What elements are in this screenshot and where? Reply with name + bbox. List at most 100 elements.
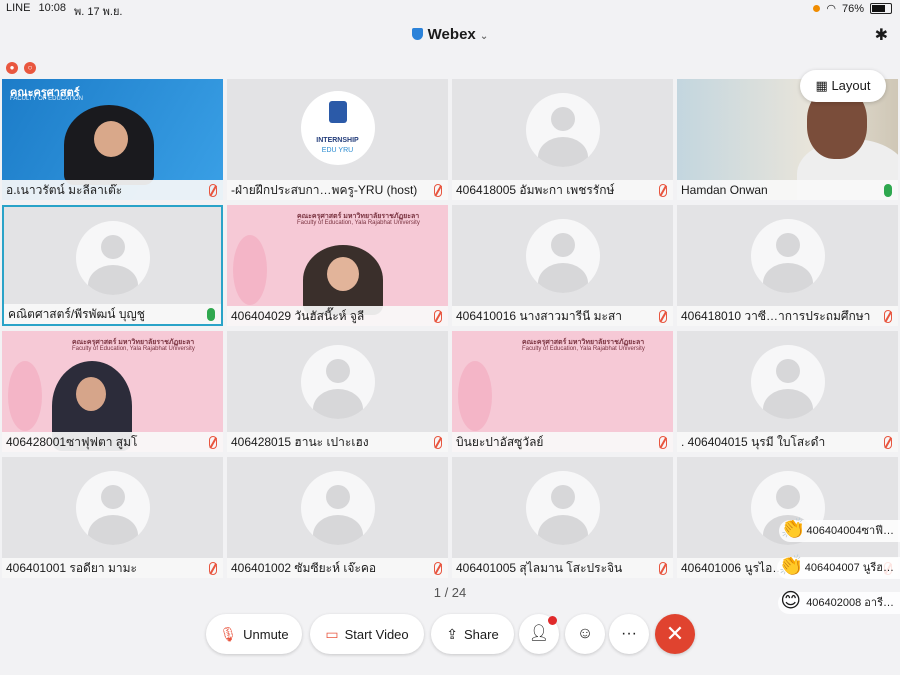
participant-name: . 406404015 นุรมี ใบโสะดำ — [677, 432, 898, 452]
participant-name: 406428001ซาฟุฟตา สูมโ — [2, 432, 223, 452]
battery-percentage: 76% — [841, 2, 864, 15]
video-off-icon: ▭ — [325, 626, 339, 642]
layout-button-label: Layout — [831, 78, 871, 93]
mic-muted-icon — [659, 184, 667, 197]
mic-muted-icon — [434, 562, 442, 575]
flower-decoration — [8, 361, 42, 431]
participant-tile[interactable]: คณะครุศาสตร์ FACULTY OF EDUCATION อ.เนาวรั… — [2, 79, 223, 200]
avatar-placeholder-icon — [75, 221, 150, 295]
video-banner-subtitle: FACULTY OF EDUCATION — [10, 96, 84, 102]
recording-indicator-icon — [813, 5, 821, 12]
participant-tile[interactable]: คณะครุศาสตร์ มหาวิทยาลัยราชภัฏยะลา Facult… — [2, 331, 223, 452]
participant-tile[interactable]: 406401002 ซัมซียะห์ เจ๊ะคอ — [227, 457, 448, 578]
mic-muted-icon — [209, 184, 217, 197]
participant-name: 406404029 วันฮัสนี๊ะห์ จูลี — [227, 306, 448, 326]
app-title-button[interactable]: Webex ⌄ — [0, 26, 900, 43]
mic-muted-icon — [209, 436, 217, 449]
reaction-item: 😊 406402008 อารี… — [778, 590, 900, 614]
participant-name: คณิตศาสตร์/พีรพัฒน์ บุญชู — [4, 304, 221, 324]
participant-name: 406428015 ฮานะ เปาะเฮง — [227, 432, 448, 452]
avatar-placeholder-icon — [525, 471, 600, 545]
participants-button[interactable]: 👤︎ — [519, 614, 559, 654]
participant-tile[interactable]: 406410016 นางสาวมารีนี มะสา — [452, 205, 673, 326]
app-title: Webex — [427, 26, 476, 43]
participant-face — [76, 377, 106, 411]
avatar-placeholder-icon — [525, 219, 600, 293]
mic-muted-icon — [659, 562, 667, 575]
participant-name: อ.เนาวรัตน์ มะลีลาเต๊ะ — [2, 180, 223, 200]
avatar-placeholder-icon — [300, 345, 375, 419]
reaction-author: 406404007 นูรีฮ… — [804, 562, 894, 574]
avatar-placeholder-icon — [75, 471, 150, 545]
participant-name: 406401002 ซัมซียะห์ เจ๊ะคอ — [227, 558, 448, 578]
shield-icon — [411, 28, 423, 40]
reaction-item: 👏 406404007 นูรีฮ… — [776, 555, 900, 579]
participant-tile[interactable]: คณะครุศาสตร์ มหาวิทยาลัยราชภัฏยะลา Facult… — [452, 331, 673, 452]
participant-tile[interactable]: 406401005 สุไลมาน โสะประจิน — [452, 457, 673, 578]
mic-muted-icon — [434, 436, 442, 449]
mic-muted-icon — [434, 310, 442, 323]
reactions-button[interactable]: ☺ — [565, 614, 605, 654]
page-indicator: 1 / 24 — [433, 585, 467, 600]
start-video-button[interactable]: ▭ Start Video — [310, 614, 424, 654]
participant-tile[interactable]: 406428015 ฮานะ เปาะเฮง — [227, 331, 448, 452]
participant-name: 406418005 อัมพะกา เพชรรักษ์ — [452, 180, 673, 200]
participant-tile[interactable]: คณะครุศาสตร์ มหาวิทยาลัยราชภัฏยะลา Facult… — [227, 205, 448, 326]
unmute-button[interactable]: 🎙︎ Unmute — [206, 614, 302, 654]
status-bar: LINE 10:08 พ. 17 พ.ย. ◠ 76% — [0, 0, 900, 18]
bluetooth-icon[interactable]: ✱ — [875, 25, 888, 45]
participant-tile[interactable]: คณิตศาสตร์/พีรพัฒน์ บุญชู — [2, 205, 223, 326]
mic-on-icon — [884, 184, 892, 197]
share-button[interactable]: ⇪ Share — [431, 614, 514, 654]
participant-name: Hamdan Onwan — [677, 180, 898, 200]
participant-tile[interactable]: 406418010 วาซี…าการประถมศึกษา — [677, 205, 898, 326]
participant-name: บินยะปาอัสซูวัลย์ — [452, 432, 673, 452]
more-icon: ··· — [621, 625, 637, 642]
video-banner-subtitle: Faculty of Education, Yala Rajabhat Univ… — [72, 346, 195, 352]
reaction-item: 👏 406404004ซาฟี… — [778, 518, 900, 542]
reaction-author: 406404004ซาฟี… — [806, 525, 895, 537]
status-time: 10:08 — [38, 2, 66, 14]
participant-face — [94, 121, 128, 157]
end-call-button[interactable]: ✕ — [655, 614, 695, 654]
emoji-icon: ☺ — [576, 625, 594, 642]
participant-name: -ฝ่ายฝึกประสบกา…พครู-YRU (host) — [227, 180, 448, 200]
share-icon: ⇪ — [446, 626, 459, 642]
close-icon: ✕ — [665, 621, 685, 646]
participant-tile[interactable]: 406418005 อัมพะกา เพชรรักษ์ — [452, 79, 673, 200]
muted-indicator-icon: ● — [6, 62, 18, 74]
mic-muted-icon — [659, 436, 667, 449]
more-options-button[interactable]: ··· — [609, 614, 649, 654]
mic-muted-icon — [884, 436, 892, 449]
participant-name: 406401005 สุไลมาน โสะประจิน — [452, 558, 673, 578]
mic-muted-icon — [884, 310, 892, 323]
mic-muted-icon — [434, 184, 442, 197]
meeting-indicators: ● ○ — [6, 62, 36, 74]
reaction-emoji-icon: 👏 — [780, 518, 806, 540]
participant-name: 406401001 รอดียา มามะ — [2, 558, 223, 578]
reaction-emoji-icon: 😊 — [780, 590, 802, 612]
avatar-placeholder-icon — [750, 345, 825, 419]
status-date: พ. 17 พ.ย. — [74, 6, 123, 18]
chevron-down-icon: ⌄ — [479, 31, 489, 42]
grid-icon: ▦ — [815, 78, 828, 93]
title-bar: Webex ⌄ ✱ — [0, 20, 900, 50]
participant-face — [327, 257, 359, 291]
participant-name: 406410016 นางสาวมารีนี มะสา — [452, 306, 673, 326]
avatar-placeholder-icon — [300, 471, 375, 545]
video-banner-subtitle: Faculty of Education, Yala Rajabhat Univ… — [297, 220, 420, 226]
participant-tile[interactable]: 406401001 รอดียา มามะ — [2, 457, 223, 578]
record-indicator-icon: ○ — [24, 62, 36, 74]
mic-muted-icon — [209, 562, 217, 575]
layout-button[interactable]: ▦ Layout — [800, 70, 886, 102]
reaction-emoji-icon: 👏 — [778, 555, 804, 577]
back-to-app-label[interactable]: LINE — [6, 2, 30, 20]
wifi-icon: ◠ — [826, 3, 836, 15]
participant-tile[interactable]: INTERNSHIP EDU YRU -ฝ่ายฝึกประสบกา…พครู-YR… — [227, 79, 448, 200]
avatar-placeholder-icon — [525, 93, 600, 167]
participant-tile[interactable]: . 406404015 นุรมี ใบโสะดำ — [677, 331, 898, 452]
internship-logo: INTERNSHIP EDU YRU — [300, 91, 375, 165]
reaction-author: 406402008 อารี… — [806, 597, 894, 609]
video-banner-subtitle: Faculty of Education, Yala Rajabhat Univ… — [522, 346, 645, 352]
mic-muted-icon: 🎙︎ — [219, 626, 238, 642]
